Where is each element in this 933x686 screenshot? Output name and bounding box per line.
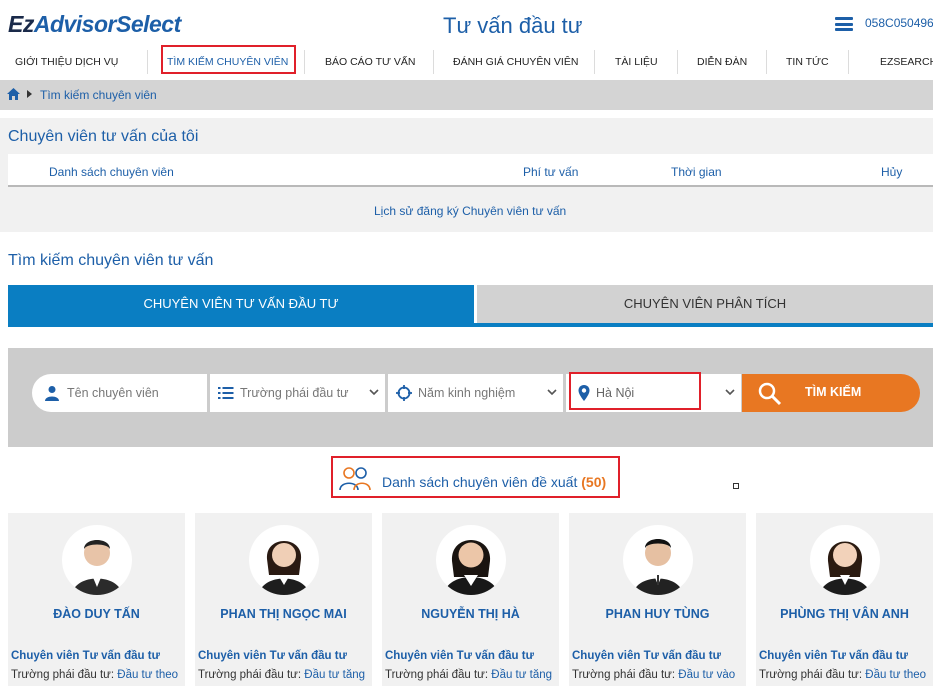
investment-style-value: Đầu tư tăng (491, 669, 553, 681)
nav-divider (433, 50, 434, 74)
avatar (436, 525, 506, 595)
nav-divider (594, 50, 595, 74)
tab-analyst[interactable]: Chuyên viên phân tích (477, 285, 933, 323)
nav-ezsearch[interactable]: EzSearch (880, 46, 933, 78)
search-button[interactable]: Tìm kiếm (742, 374, 920, 412)
advisor-role: Chuyên viên Tư vấn đầu tư (759, 650, 908, 662)
advisor-investment-style: Trường phái đầu tư: Đầu tư theo (11, 669, 178, 681)
magnifier-icon (758, 382, 782, 406)
suggested-advisors-heading[interactable]: Danh sách chuyên viên đề xuất (50) (382, 474, 606, 490)
investment-style-label: Trường phái đầu tư: (11, 669, 115, 681)
home-icon[interactable] (7, 88, 20, 100)
advisor-card[interactable]: PHÙNG THỊ VÂN ANH Chuyên viên Tư vấn đầu… (756, 513, 933, 686)
advisor-card[interactable]: ĐÀO DUY TẤN Chuyên viên Tư vấn đầu tư Tr… (8, 513, 185, 686)
experience-placeholder: Năm kinh nghiệm (418, 386, 516, 400)
advisor-card[interactable]: PHAN THỊ NGỌC MAI Chuyên viên Tư vấn đầu… (195, 513, 372, 686)
advisor-name-placeholder: Tên chuyên viên (67, 386, 159, 400)
breadcrumb-current: Tìm kiếm chuyên viên (40, 88, 157, 102)
highlight-box (569, 372, 701, 410)
my-advisors-table-header: Danh sách chuyên viên Phí tư vấn Thời gi… (8, 154, 933, 187)
highlight-box (161, 45, 296, 74)
app-header: EzAdvisorSelect Tư vấn đầu tư 058C050496 (0, 0, 933, 46)
avatar (810, 525, 880, 595)
nav-divider (848, 50, 849, 74)
people-icon (339, 467, 371, 491)
nav-danh-gia-chuyen-vien[interactable]: Đánh giá chuyên viên (453, 46, 578, 78)
investment-style-value: Đầu tư theo (865, 669, 927, 681)
hamburger-icon[interactable] (835, 17, 853, 31)
investment-style-select[interactable]: Trường phái đầu tư (210, 374, 385, 412)
crosshair-icon (396, 385, 412, 401)
my-advisors-section: Chuyên viên tư vấn của tôi Danh sách chu… (0, 118, 933, 232)
logo-prefix: Ez (8, 11, 34, 37)
nav-divider (766, 50, 767, 74)
experience-select[interactable]: Năm kinh nghiệm (388, 374, 563, 412)
investment-style-value: Đầu tư theo (117, 669, 179, 681)
account-code[interactable]: 058C050496 (865, 16, 933, 30)
avatar (62, 525, 132, 595)
advisor-card[interactable]: NGUYỄN THỊ HÀ Chuyên viên Tư vấn đầu tư … (382, 513, 559, 686)
list-icon (218, 387, 234, 399)
tab-investment-advisor[interactable]: Chuyên viên tư vấn đầu tư (8, 285, 474, 323)
column-header-fee: Phí tư vấn (523, 165, 579, 179)
advisor-role: Chuyên viên Tư vấn đầu tư (572, 650, 721, 662)
nav-tin-tuc[interactable]: Tin tức (786, 46, 829, 78)
nav-divider (304, 50, 305, 74)
avatar (249, 525, 319, 595)
chevron-down-icon (369, 389, 379, 396)
page-title: Tư vấn đầu tư (443, 13, 583, 38)
breadcrumb-arrow-icon (27, 90, 32, 98)
my-advisors-title: Chuyên viên tư vấn của tôi (8, 128, 199, 145)
nav-tai-lieu[interactable]: Tài liệu (615, 46, 658, 78)
advisor-role: Chuyên viên Tư vấn đầu tư (385, 650, 534, 662)
breadcrumb: Tìm kiếm chuyên viên (0, 80, 933, 110)
investment-style-label: Trường phái đầu tư: (572, 669, 676, 681)
main-nav: Giới thiệu dịch vụ Tìm kiếm chuyên viên … (0, 46, 933, 78)
advisor-name[interactable]: PHAN THỊ NGỌC MAI (195, 607, 372, 621)
advisor-role: Chuyên viên Tư vấn đầu tư (198, 650, 347, 662)
advisor-investment-style: Trường phái đầu tư: Đầu tư tăng (198, 669, 365, 681)
registration-history-link[interactable]: Lịch sử đăng ký Chuyên viên tư vấn (374, 204, 566, 218)
investment-style-label: Trường phái đầu tư: (198, 669, 302, 681)
investment-style-value: Đầu tư tăng (304, 669, 366, 681)
suggested-advisors-count: (50) (581, 474, 607, 490)
nav-divider (147, 50, 148, 74)
investment-style-label: Trường phái đầu tư: (385, 669, 489, 681)
suggested-advisors-label: Danh sách chuyên viên đề xuất (382, 474, 578, 490)
chevron-down-icon (547, 389, 557, 396)
logo[interactable]: EzAdvisorSelect (8, 11, 181, 38)
nav-bao-cao-tu-van[interactable]: Báo cáo tư vấn (325, 46, 415, 78)
column-header-time: Thời gian (671, 165, 722, 179)
logo-brand: AdvisorSelect (33, 11, 181, 37)
avatar (623, 525, 693, 595)
advisor-investment-style: Trường phái đầu tư: Đầu tư theo (759, 669, 926, 681)
advisor-investment-style: Trường phái đầu tư: Đầu tư tăng (385, 669, 552, 681)
advisor-name-input[interactable]: Tên chuyên viên (32, 374, 207, 412)
checkbox-icon[interactable] (733, 483, 739, 489)
search-button-label: Tìm kiếm (805, 385, 862, 399)
nav-divider (677, 50, 678, 74)
advisor-name[interactable]: PHAN HUY TÙNG (569, 607, 746, 621)
investment-style-label: Trường phái đầu tư: (759, 669, 863, 681)
column-header-cancel: Hủy (881, 165, 903, 179)
advisor-card[interactable]: PHAN HUY TÙNG Chuyên viên Tư vấn đầu tư … (569, 513, 746, 686)
tab-underline (8, 323, 933, 327)
advisor-name[interactable]: ĐÀO DUY TẤN (8, 607, 185, 621)
advisor-role: Chuyên viên Tư vấn đầu tư (11, 650, 160, 662)
user-icon (45, 386, 59, 401)
column-header-advisor-list: Danh sách chuyên viên (49, 165, 174, 179)
investment-style-value: Đầu tư vào (678, 669, 736, 681)
nav-dien-dan[interactable]: Diễn đàn (697, 46, 747, 78)
investment-style-placeholder: Trường phái đầu tư (240, 386, 349, 400)
chevron-down-icon (725, 389, 735, 396)
advisor-name[interactable]: NGUYỄN THỊ HÀ (382, 607, 559, 621)
nav-gioi-thieu-dich-vu[interactable]: Giới thiệu dịch vụ (15, 46, 118, 78)
advisor-investment-style: Trường phái đầu tư: Đầu tư vào (572, 669, 735, 681)
advisor-name[interactable]: PHÙNG THỊ VÂN ANH (756, 607, 933, 621)
search-section-title: Tìm kiếm chuyên viên tư vấn (8, 252, 214, 269)
